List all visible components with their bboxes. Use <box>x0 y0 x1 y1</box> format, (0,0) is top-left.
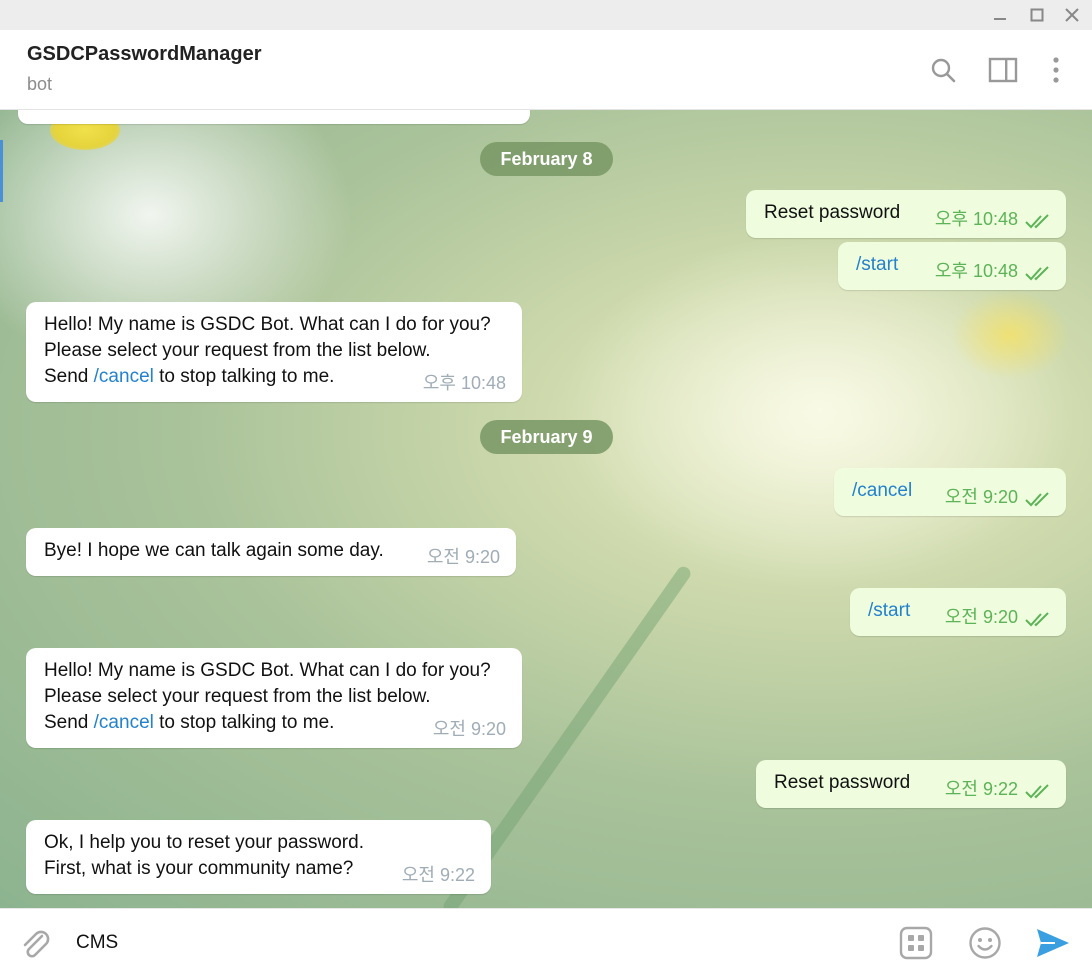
cancel-command-link[interactable]: /cancel <box>94 366 154 387</box>
maximize-icon <box>1030 8 1044 22</box>
chat-header: GSDCPasswordManager bot <box>0 30 1092 110</box>
message-time: 오후 10:48 <box>934 261 1018 281</box>
outgoing-message[interactable]: Reset password 오전 9:22 <box>756 760 1066 808</box>
minimize-icon <box>994 18 1006 20</box>
read-check-icon <box>1025 214 1049 229</box>
read-check-icon <box>1025 612 1049 627</box>
emoji-button[interactable] <box>965 923 1005 963</box>
minimize-button[interactable] <box>985 0 1015 30</box>
background-flower-center-blur <box>950 290 1070 380</box>
paperclip-icon <box>23 930 50 958</box>
chat-title[interactable]: GSDCPasswordManager <box>27 43 262 66</box>
chat-history[interactable]: February 8 Reset password 오후 10:48 /star… <box>0 110 1092 908</box>
message-input[interactable] <box>76 927 856 959</box>
search-button[interactable] <box>925 52 961 88</box>
telegram-window: GSDCPasswordManager bot February 8 Reset… <box>0 0 1092 976</box>
message-line: Hello! My name is GSDC Bot. What can I d… <box>44 314 491 335</box>
emoji-icon <box>969 927 1001 959</box>
message-time: 오전 9:20 <box>944 607 1018 627</box>
send-button[interactable] <box>1033 923 1073 963</box>
search-icon <box>931 58 956 83</box>
message-time: 오후 10:48 <box>934 209 1018 229</box>
close-button[interactable] <box>1057 0 1087 30</box>
message-line: Please select your request from the list… <box>44 686 431 707</box>
message-line: Please select your request from the list… <box>44 340 431 361</box>
more-menu-button[interactable] <box>1038 52 1074 88</box>
maximize-button[interactable] <box>1022 0 1052 30</box>
read-check-icon <box>1025 266 1049 281</box>
message-text: Reset password <box>764 202 901 223</box>
chat-subtitle: bot <box>27 74 53 94</box>
more-vertical-icon <box>1053 57 1059 83</box>
outgoing-message[interactable]: /start 오전 9:20 <box>850 588 1066 636</box>
message-time: 오후 10:48 <box>422 373 506 393</box>
message-composer <box>0 908 1092 976</box>
read-check-icon <box>1025 492 1049 507</box>
message-time: 오전 9:22 <box>944 779 1018 799</box>
message-bubble-partial <box>18 110 530 124</box>
incoming-message[interactable]: Hello! My name is GSDC Bot. What can I d… <box>26 648 522 748</box>
message-text: to stop talking to me. <box>153 712 335 733</box>
message-text: Bye! I hope we can talk again some day. <box>44 540 384 561</box>
message-text: Send <box>44 366 94 387</box>
incoming-message[interactable]: Ok, I help you to reset your password. F… <box>26 820 491 894</box>
outgoing-message[interactable]: Reset password 오후 10:48 <box>746 190 1066 238</box>
message-text: to stop talking to me. <box>153 366 335 387</box>
incoming-message[interactable]: Bye! I hope we can talk again some day. … <box>26 528 516 576</box>
incoming-message[interactable]: Hello! My name is GSDC Bot. What can I d… <box>26 302 522 402</box>
outgoing-message[interactable]: /cancel 오전 9:20 <box>834 468 1066 516</box>
message-command-link[interactable]: /start <box>868 600 910 621</box>
sidebar-toggle-button[interactable] <box>985 52 1021 88</box>
outgoing-message[interactable]: /start 오후 10:48 <box>838 242 1066 290</box>
message-command-link[interactable]: /cancel <box>852 480 912 501</box>
message-line: Ok, I help you to reset your password. <box>44 832 364 853</box>
message-time: 오전 9:22 <box>401 865 475 885</box>
send-icon <box>1037 929 1069 957</box>
read-check-icon <box>1025 784 1049 799</box>
bot-commands-icon <box>899 926 933 960</box>
scroll-accent <box>0 140 3 202</box>
cancel-command-link[interactable]: /cancel <box>94 712 154 733</box>
message-command-link[interactable]: /start <box>856 254 898 275</box>
sidebar-toggle-icon <box>988 57 1018 83</box>
message-time: 오전 9:20 <box>432 719 506 739</box>
message-text: Send <box>44 712 94 733</box>
message-text: Reset password <box>774 772 911 793</box>
close-icon <box>1065 8 1079 22</box>
bot-commands-button[interactable] <box>896 923 936 963</box>
date-separator: February 8 <box>480 142 613 176</box>
message-time: 오전 9:20 <box>944 487 1018 507</box>
message-time: 오전 9:20 <box>426 547 500 567</box>
date-separator: February 9 <box>480 420 613 454</box>
attach-button[interactable] <box>14 923 56 965</box>
title-bar <box>0 0 1092 30</box>
message-line: Hello! My name is GSDC Bot. What can I d… <box>44 660 491 681</box>
